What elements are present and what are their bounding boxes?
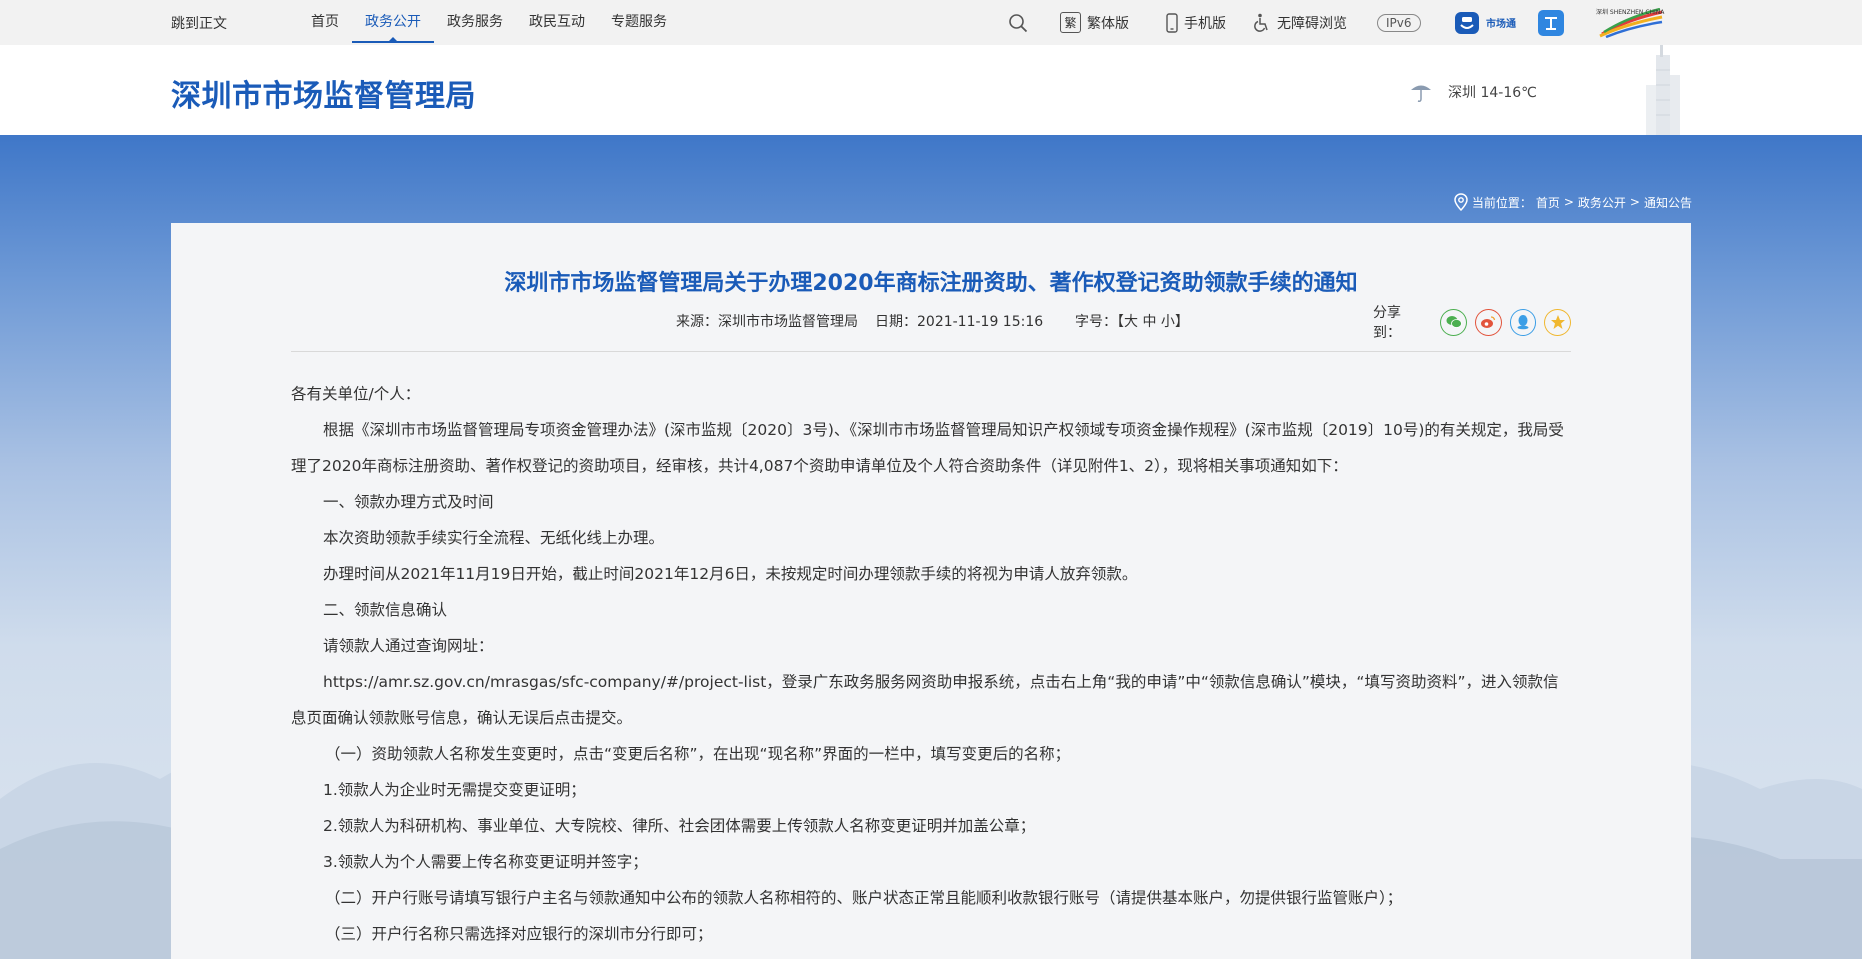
paragraph-url: https://amr.sz.gov.cn/mrasgas/sfc-compan… (291, 673, 1559, 727)
ipv6-badge[interactable]: IPv6 (1377, 13, 1421, 32)
article-title: 深圳市市场监督管理局关于办理2020年商标注册资助、著作权登记资助领款手续的通知 (504, 271, 1358, 296)
list-item: 3.领款人为个人需要上传名称变更证明并签字； (323, 853, 648, 871)
share-qzone-button[interactable] (1544, 308, 1571, 336)
breadcrumb-label: 当前位置： (1471, 195, 1532, 210)
wheelchair-icon (1254, 13, 1268, 32)
accessibility-button[interactable]: 无障碍浏览 (1253, 13, 1347, 33)
paragraph: 本次资助领款手续实行全流程、无纸化线上办理。 (323, 529, 665, 547)
main-nav: 首页 政务公开 政务服务 政民互动 专题服务 (298, 0, 680, 45)
traditional-icon: 繁 (1060, 12, 1081, 33)
breadcrumb-separator: > (1629, 195, 1640, 209)
mobile-version-button[interactable]: 手机版 (1166, 12, 1226, 33)
breadcrumb-notices[interactable]: 通知公告 (1644, 194, 1692, 211)
article-date: 日期：2021-11-19 15:16 (875, 314, 1044, 330)
share-weibo-button[interactable] (1474, 308, 1502, 336)
shitong-logo-icon (1455, 11, 1479, 34)
skip-to-content-link[interactable]: 跳到正文 (171, 13, 227, 33)
location-pin-icon (1454, 193, 1468, 211)
share-bar: 分享到： (1373, 302, 1571, 342)
list-item: （三）开户行名称只需选择对应银行的深圳市分行即可； (325, 925, 713, 943)
nav-interaction[interactable]: 政民互动 (516, 0, 598, 45)
shenzhen-china-logo[interactable]: 深圳 SHENZHEN CHINA (1596, 7, 1666, 38)
search-button[interactable] (1008, 0, 1028, 45)
qq-icon (1517, 315, 1529, 330)
qzone-icon (1550, 315, 1565, 329)
rain-cloud-icon (1411, 85, 1431, 102)
paragraph: 请领款人通过查询网址： (323, 637, 494, 655)
font-size-switcher[interactable]: 字号：【大 中 小】 (1075, 311, 1189, 331)
nav-gov-affairs-open[interactable]: 政务公开 (352, 0, 434, 45)
shitong-link[interactable]: 市场通 (1454, 11, 1516, 35)
site-title[interactable]: 深圳市市场监督管理局 (171, 71, 476, 115)
list-item: 1.领款人为企业时无需提交变更证明； (323, 781, 586, 799)
share-wechat-button[interactable] (1440, 308, 1467, 336)
accessibility-label: 无障碍浏览 (1277, 15, 1347, 32)
weibo-icon (1481, 316, 1496, 328)
app-logo-icon[interactable] (1538, 9, 1564, 36)
top-bar: 跳到正文 首页 政务公开 政务服务 政民互动 专题服务 繁 繁体版 手机版 无障… (0, 0, 1862, 45)
paragraph: 办理时间从2021年11月19日开始，截止时间2021年12月6日，未按规定时间… (323, 565, 1138, 583)
list-item: （一）资助领款人名称发生变更时，点击“变更后名称”，在出现“现名称”界面的一栏中… (325, 745, 1071, 763)
mobile-label: 手机版 (1184, 15, 1226, 32)
paragraph-intro: 根据《深圳市市场监督管理局专项资金管理办法》(深市监规〔2020〕3号)、《深圳… (291, 421, 1564, 475)
section-heading-1: 一、领款办理方式及时间 (323, 493, 494, 511)
share-label: 分享到： (1373, 305, 1401, 341)
article-body: 各有关单位/个人： 根据《深圳市市场监督管理局专项资金管理办法》(深市监规〔20… (291, 376, 1571, 952)
salutation: 各有关单位/个人： (291, 385, 421, 403)
tower-illustration-icon (1646, 45, 1680, 135)
meta-divider (291, 351, 1571, 352)
breadcrumb-home[interactable]: 首页 (1536, 194, 1560, 211)
site-header: 深圳市市场监督管理局 深圳 14-16℃ (0, 45, 1862, 135)
weather-widget: 深圳 14-16℃ (1408, 81, 1537, 103)
traditional-label: 繁体版 (1087, 15, 1129, 32)
section-heading-2: 二、领款信息确认 (323, 601, 448, 619)
list-item: 2.领款人为科研机构、事业单位、大专院校、律所、社会团体需要上传领款人名称变更证… (323, 817, 1036, 835)
list-item: （二）开户行账号请填写银行户主名与领款通知中公布的领款人名称相符的、账户状态正常… (325, 889, 1403, 907)
article-card: 深圳市市场监督管理局关于办理2020年商标注册资助、著作权登记资助领款手续的通知… (171, 223, 1691, 959)
weather-text: 深圳 14-16℃ (1448, 85, 1537, 101)
nav-home[interactable]: 首页 (298, 0, 352, 45)
mobile-icon (1166, 12, 1178, 33)
shitong-label: 市场通 (1486, 19, 1516, 30)
breadcrumb-separator: > (1563, 195, 1574, 209)
share-qq-button[interactable] (1509, 308, 1537, 336)
breadcrumb-gov-open[interactable]: 政务公开 (1578, 194, 1626, 211)
nav-topics[interactable]: 专题服务 (598, 0, 680, 45)
nav-gov-service[interactable]: 政务服务 (434, 0, 516, 45)
wechat-icon (1446, 316, 1462, 328)
article-source: 来源：深圳市市场监督管理局 (676, 314, 858, 330)
shenzhen-logo-text: 深圳 SHENZHEN CHINA (1596, 8, 1665, 16)
search-icon (1009, 13, 1028, 32)
breadcrumb: 当前位置： 首页 > 政务公开 > 通知公告 (1454, 193, 1692, 211)
traditional-chinese-button[interactable]: 繁 繁体版 (1060, 12, 1129, 33)
